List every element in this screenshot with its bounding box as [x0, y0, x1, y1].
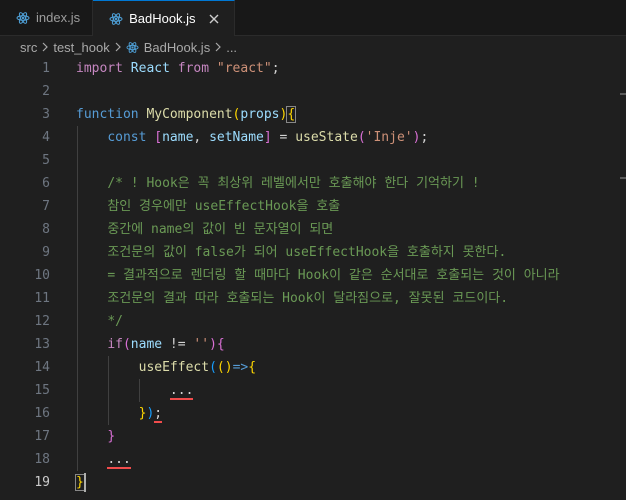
- breadcrumb-test-hook[interactable]: test_hook: [53, 40, 109, 55]
- chevron-right-icon: [41, 42, 49, 52]
- error-squiggle: ...: [169, 383, 194, 400]
- breadcrumb: src test_hook BadHook.js ...: [0, 36, 626, 58]
- breadcrumb-more[interactable]: ...: [226, 40, 237, 55]
- text-cursor: [84, 473, 86, 492]
- code-line-17: 17 }: [34, 429, 116, 444]
- code-line-1: 1 import React from "react";: [42, 61, 280, 76]
- code-line-5: 5: [42, 153, 50, 168]
- code-line-4: 4 const [name, setName] = useState('Inje…: [42, 130, 429, 145]
- tab-label: index.js: [36, 10, 81, 25]
- code-line-7: 7 참인 경우에만 useEffectHook을 호출: [42, 199, 341, 214]
- close-icon[interactable]: [206, 11, 222, 27]
- code-line-13: 13 if(name != ''){: [34, 337, 225, 352]
- tab-bar: index.js BadHook.js: [0, 0, 626, 36]
- code-line-18: 18 ...: [34, 452, 131, 469]
- code-line-14: 14 useEffect(()=>{: [34, 360, 257, 375]
- tab-badhook-js[interactable]: BadHook.js: [93, 0, 235, 36]
- tab-index-js[interactable]: index.js: [0, 0, 94, 35]
- tab-label: BadHook.js: [129, 11, 196, 26]
- code-editor[interactable]: 1 import React from "react"; 2 3 functio…: [0, 57, 626, 500]
- chevron-right-icon: [214, 42, 222, 52]
- code-line-2: 2: [42, 84, 50, 99]
- code-line-10: 10 = 결과적으로 렌더링 할 때마다 Hook이 같은 순서대로 호출되는 …: [34, 268, 560, 283]
- error-squiggle: ;: [154, 406, 163, 423]
- react-file-icon: [126, 41, 139, 54]
- code-line-9: 9 조건문의 값이 false가 되어 useEffectHook을 호출하지 …: [42, 245, 507, 260]
- code-line-6: 6 /* ! Hook은 꼭 최상위 레벨에서만 호출해야 한다 기억하기 !: [42, 176, 480, 191]
- error-squiggle: ...: [107, 452, 131, 469]
- breadcrumb-src[interactable]: src: [20, 40, 37, 55]
- code-line-15: 15 ...: [34, 383, 194, 400]
- code-line-12: 12 */: [34, 314, 123, 329]
- code-line-19: 19 }: [34, 474, 85, 491]
- code-line-16: 16 });: [34, 406, 163, 423]
- code-line-8: 8 중간에 name의 값이 빈 문자열이 되면: [42, 222, 334, 237]
- react-file-icon: [109, 12, 123, 26]
- code-line-11: 11 조건문의 결과 따라 호출되는 Hook이 달라짐으로, 잘못된 코드이다…: [34, 291, 509, 306]
- chevron-right-icon: [114, 42, 122, 52]
- code-line-3: 3 function MyComponent(props){: [42, 106, 297, 123]
- breadcrumb-file[interactable]: BadHook.js: [144, 40, 210, 55]
- react-file-icon: [16, 11, 30, 25]
